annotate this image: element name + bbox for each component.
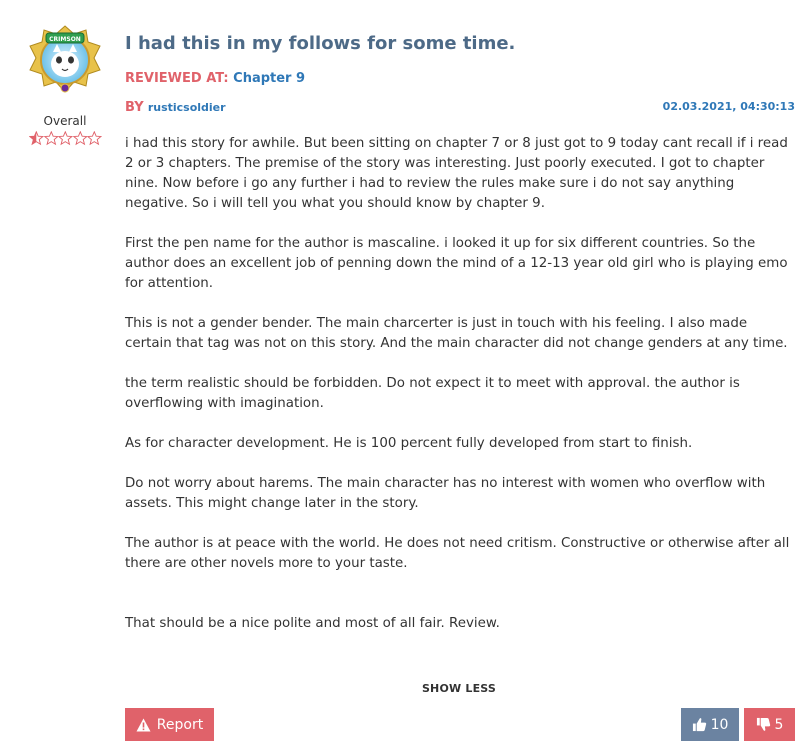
review-body: i had this story for awhile. But been si… — [125, 134, 793, 654]
review-paragraph: As for character development. He is 100 … — [125, 436, 693, 451]
upvote-count: 10 — [710, 716, 729, 733]
reviewed-at-chapter-link[interactable]: Chapter 9 — [233, 71, 305, 86]
review-paragraph: That should be a nice polite and most of… — [125, 616, 500, 631]
overall-label: Overall — [43, 114, 87, 128]
review-date: 02.03.2021, 04:30:13 — [662, 100, 795, 113]
thumbs-down-icon — [756, 717, 770, 731]
review-paragraph: This is not a gender bender. The main ch… — [125, 316, 788, 351]
report-label: Report — [156, 716, 204, 733]
thumbs-up-icon — [692, 718, 706, 732]
rating-stars — [29, 131, 103, 147]
reviewed-at-label: REVIEWED AT: — [125, 71, 229, 86]
reviewed-at: REVIEWED AT: Chapter 9 — [125, 71, 305, 86]
star-icon — [72, 131, 88, 146]
downvote-count: 5 — [774, 716, 784, 733]
by-label: BY — [125, 100, 144, 115]
byline: BY rusticsoldier — [125, 100, 226, 115]
review-title: I had this in my follows for some time. — [125, 33, 516, 54]
author-link[interactable]: rusticsoldier — [148, 101, 226, 114]
report-button[interactable]: Report — [125, 708, 214, 741]
review-paragraph: the term realistic should be forbidden. … — [125, 376, 740, 411]
star-icon — [29, 131, 44, 146]
review-paragraph: Do not worry about harems. The main char… — [125, 476, 766, 511]
show-less-button[interactable]: SHOW LESS — [0, 682, 799, 695]
warning-icon — [136, 718, 151, 731]
reviewer-avatar[interactable]: CRIMSON — [26, 22, 104, 100]
star-icon — [43, 131, 59, 146]
upvote-button[interactable]: 10 — [681, 708, 739, 741]
avatar-badge-text: CRIMSON — [49, 36, 81, 43]
review-paragraph: i had this story for awhile. But been si… — [125, 136, 788, 211]
review-paragraph: The author is at peace with the world. H… — [125, 536, 790, 571]
star-icon — [87, 131, 102, 146]
downvote-button[interactable]: 5 — [744, 708, 795, 741]
star-icon — [58, 131, 73, 146]
review-paragraph: First the pen name for the author is mas… — [125, 236, 788, 291]
